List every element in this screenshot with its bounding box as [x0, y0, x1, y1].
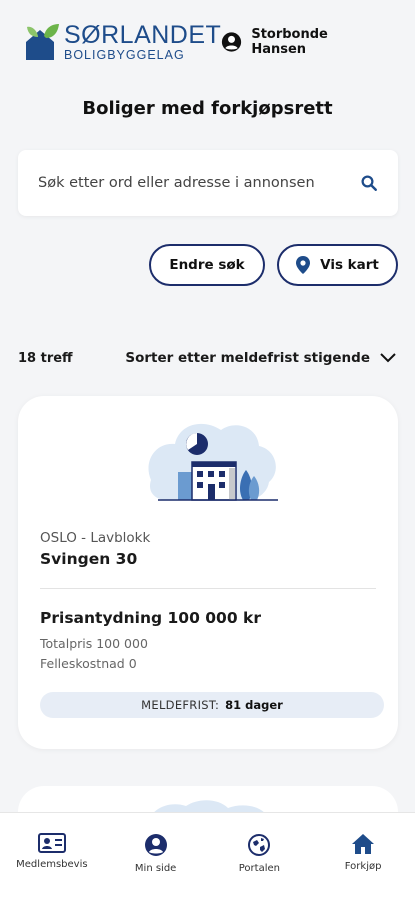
- brand-logo[interactable]: SØRLANDET BOLIGBYGGELAG: [24, 22, 221, 62]
- deadline-label: MELDEFRIST:: [141, 698, 220, 712]
- search-input[interactable]: Søk etter ord eller adresse i annonsen: [38, 175, 315, 191]
- search-bar[interactable]: Søk etter ord eller adresse i annonsen: [18, 150, 398, 216]
- change-search-label: Endre søk: [169, 257, 245, 273]
- listing-card[interactable]: OSLO - Lavblokk Svingen 30 Prisantydning…: [18, 396, 398, 749]
- search-icon[interactable]: [360, 174, 378, 192]
- logo-wordmark: SØRLANDET: [64, 20, 222, 49]
- show-map-label: Vis kart: [320, 257, 379, 273]
- tab-portalen[interactable]: Portalen: [214, 833, 304, 900]
- show-map-button[interactable]: Vis kart: [277, 244, 398, 286]
- home-icon: [352, 834, 375, 854]
- change-search-button[interactable]: Endre søk: [149, 244, 265, 286]
- tab-min-side[interactable]: Min side: [111, 833, 201, 900]
- sort-dropdown[interactable]: Sorter etter meldefrist stigende: [125, 350, 396, 366]
- tab-label: Medlemsbevis: [16, 859, 88, 870]
- user-menu[interactable]: Storbonde Hansen: [221, 27, 381, 57]
- results-bar: 18 treff Sorter etter meldefrist stigend…: [18, 350, 396, 366]
- tab-medlemsbevis[interactable]: Medlemsbevis: [7, 833, 97, 900]
- listing-common-cost: Felleskostnad 0: [40, 656, 137, 671]
- deadline-badge: MELDEFRIST: 81 dager: [40, 692, 384, 718]
- location-pin-icon: [296, 256, 311, 274]
- building-illustration: [148, 423, 278, 502]
- sort-label: Sorter etter meldefrist stigende: [125, 350, 370, 366]
- user-name: Storbonde Hansen: [251, 27, 328, 57]
- search-actions: Endre søk Vis kart: [149, 244, 398, 286]
- app-header: SØRLANDET BOLIGBYGGELAG Storbonde Hansen: [0, 0, 415, 84]
- tab-forkjop[interactable]: Forkjøp: [318, 833, 408, 900]
- id-card-icon: [37, 833, 66, 853]
- logo-subtitle: BOLIGBYGGELAG: [64, 47, 185, 62]
- listing-price: Prisantydning 100 000 kr: [40, 609, 261, 627]
- tab-label: Portalen: [238, 863, 280, 874]
- account-circle-icon: [222, 32, 242, 52]
- listing-total-price: Totalpris 100 000: [40, 636, 148, 651]
- listing-street: Svingen 30: [40, 550, 138, 568]
- tab-label: Min side: [134, 863, 177, 874]
- card-divider: [40, 588, 376, 589]
- portal-globe-icon: [248, 834, 271, 856]
- chevron-down-icon: [380, 353, 396, 363]
- bottom-tab-bar: Medlemsbevis Min side Portalen Forkjøp: [0, 812, 415, 900]
- page-title: Boliger med forkjøpsrett: [82, 98, 333, 119]
- result-count: 18 treff: [18, 350, 73, 366]
- house-leaf-logo-icon: [26, 24, 59, 60]
- account-circle-icon: [144, 834, 167, 856]
- listing-location: OSLO - Lavblokk: [40, 530, 151, 546]
- tab-label: Forkjøp: [344, 861, 382, 872]
- deadline-value: 81 dager: [225, 698, 283, 712]
